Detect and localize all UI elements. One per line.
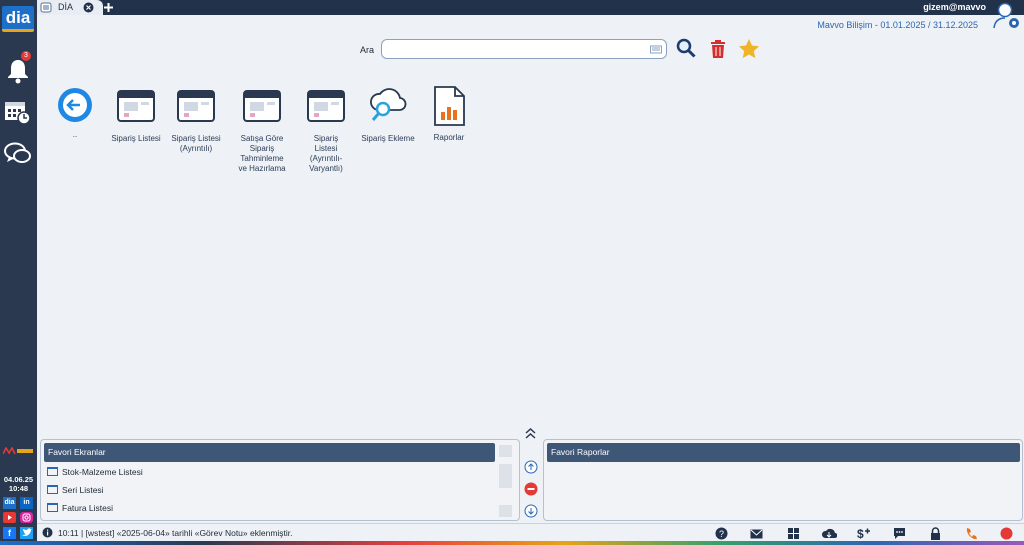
keyboard-icon[interactable] [650,45,662,54]
grid-icon[interactable] [787,527,800,540]
search-input[interactable] [381,39,667,59]
cloud-download-icon[interactable] [821,527,837,540]
phone-icon[interactable] [965,527,978,540]
favorite-screens-panel: Favori Ekranlar Stok-Malzeme Listesi Ser… [40,439,520,521]
back-arrow-icon [58,88,92,122]
dia-social-icon[interactable]: dia [3,497,16,509]
mavvo-logo [2,446,34,455]
top-bar: DİA gizem@mavvo [37,0,1024,15]
facebook-icon[interactable]: f [3,527,16,539]
collapse-up-chevron-icon[interactable] [524,427,537,439]
favorite-item[interactable]: Seri Listesi [47,485,104,495]
sidebar-date: 04.06.25 [3,475,34,484]
tile-label: Sipariş Ekleme [361,134,415,143]
tile-label: .. [72,130,78,139]
tile-siparis-listesi-ayrintili[interactable]: Sipariş Listesi (Ayrıntılı) [166,90,226,154]
tile-label: Raporlar [433,133,465,142]
window-list-icon [243,90,281,122]
scroll-up-button[interactable] [499,445,512,457]
tile-label: Sipariş Listesi [111,134,161,143]
new-tab-plus-icon[interactable] [103,2,114,13]
search-label: Ara [360,45,375,55]
sidebar-time: 10:48 [8,484,29,493]
youtube-icon[interactable] [3,512,16,523]
tile-siparis-ekleme[interactable]: Sipariş Ekleme [358,84,418,144]
tile-label: Sipariş Listesi (Ayrıntılı-Varyantlı) [309,134,343,173]
company-period: Mavvo Bilişim - 01.01.2025 / 31.12.2025 [817,20,978,30]
linkedin-icon[interactable]: in [20,497,33,509]
info-icon [42,527,53,538]
remove-icon[interactable] [524,482,538,496]
twitter-icon[interactable] [20,527,33,539]
svg-text:$: $ [857,527,864,540]
move-up-icon[interactable] [524,460,538,474]
tile-raporlar[interactable]: Raporlar [419,86,479,143]
tile-label: Satışa Göre Sipariş Tahminleme ve Hazırl… [238,134,286,173]
instagram-icon[interactable] [20,512,33,523]
notification-count-badge: 3 [21,51,31,61]
cloud-search-icon [370,88,407,121]
status-bar: 10:11 | [wstest] «2025-06-04» tarihli «G… [37,523,1024,541]
calendar-icon[interactable] [4,98,32,126]
tile-siparis-listesi[interactable]: Sipariş Listesi [106,90,166,144]
search-icon[interactable] [676,38,697,59]
help-icon[interactable]: ? [715,527,728,540]
status-message: 10:11 | [wstest] «2025-06-04» tarihli «G… [58,528,293,538]
chat-icon[interactable] [4,141,32,167]
tab-label: DİA [58,2,74,12]
report-document-icon [434,86,465,126]
scroll-down-button[interactable] [499,505,512,517]
bottom-color-strip [0,541,1024,545]
favorite-reports-panel: Favori Raporlar [543,439,1023,521]
tile-satisa-gore-siparis[interactable]: Satışa Göre Sipariş Tahminleme ve Hazırl… [232,90,292,174]
window-list-icon [307,90,345,122]
currency-icon[interactable]: $ [856,527,872,540]
window-list-icon [117,90,155,122]
dia-logo[interactable]: dia [2,6,34,32]
company-name: Mavvo Bilişim - [817,20,878,30]
back-tile[interactable]: .. [45,86,105,140]
favorite-item[interactable]: Fatura Listesi [47,503,113,513]
window-list-icon [177,90,215,122]
app-tab-icon [40,2,52,13]
lock-icon[interactable] [929,527,942,540]
record-icon[interactable] [1000,527,1013,540]
tab-dia[interactable]: DİA [37,0,103,15]
favorite-screens-title: Favori Ekranlar [44,443,495,462]
favorite-item[interactable]: Stok-Malzeme Listesi [47,467,143,477]
move-down-icon[interactable] [524,504,538,518]
tile-label: Sipariş Listesi (Ayrıntılı) [171,134,221,153]
message-icon[interactable] [893,527,906,540]
period: 01.01.2025 / 31.12.2025 [880,20,978,30]
scrollbar-thumb[interactable] [499,464,512,488]
favorite-star-icon[interactable] [738,38,760,59]
user-settings-icon[interactable] [992,1,1022,31]
left-sidebar: dia 3 04.06.25 10:48 dia in f [0,0,37,545]
tile-siparis-listesi-varyantli[interactable]: Sipariş Listesi (Ayrıntılı-Varyantlı) [296,90,356,174]
mail-icon[interactable] [750,527,763,540]
window-icon [47,485,58,494]
user-name[interactable]: gizem@mavvo [923,2,986,12]
delete-icon[interactable] [709,39,727,59]
close-tab-icon[interactable] [83,2,94,13]
window-icon [47,467,58,476]
svg-text:?: ? [719,529,724,539]
favorite-reports-title: Favori Raporlar [547,443,1020,462]
window-icon [47,503,58,512]
